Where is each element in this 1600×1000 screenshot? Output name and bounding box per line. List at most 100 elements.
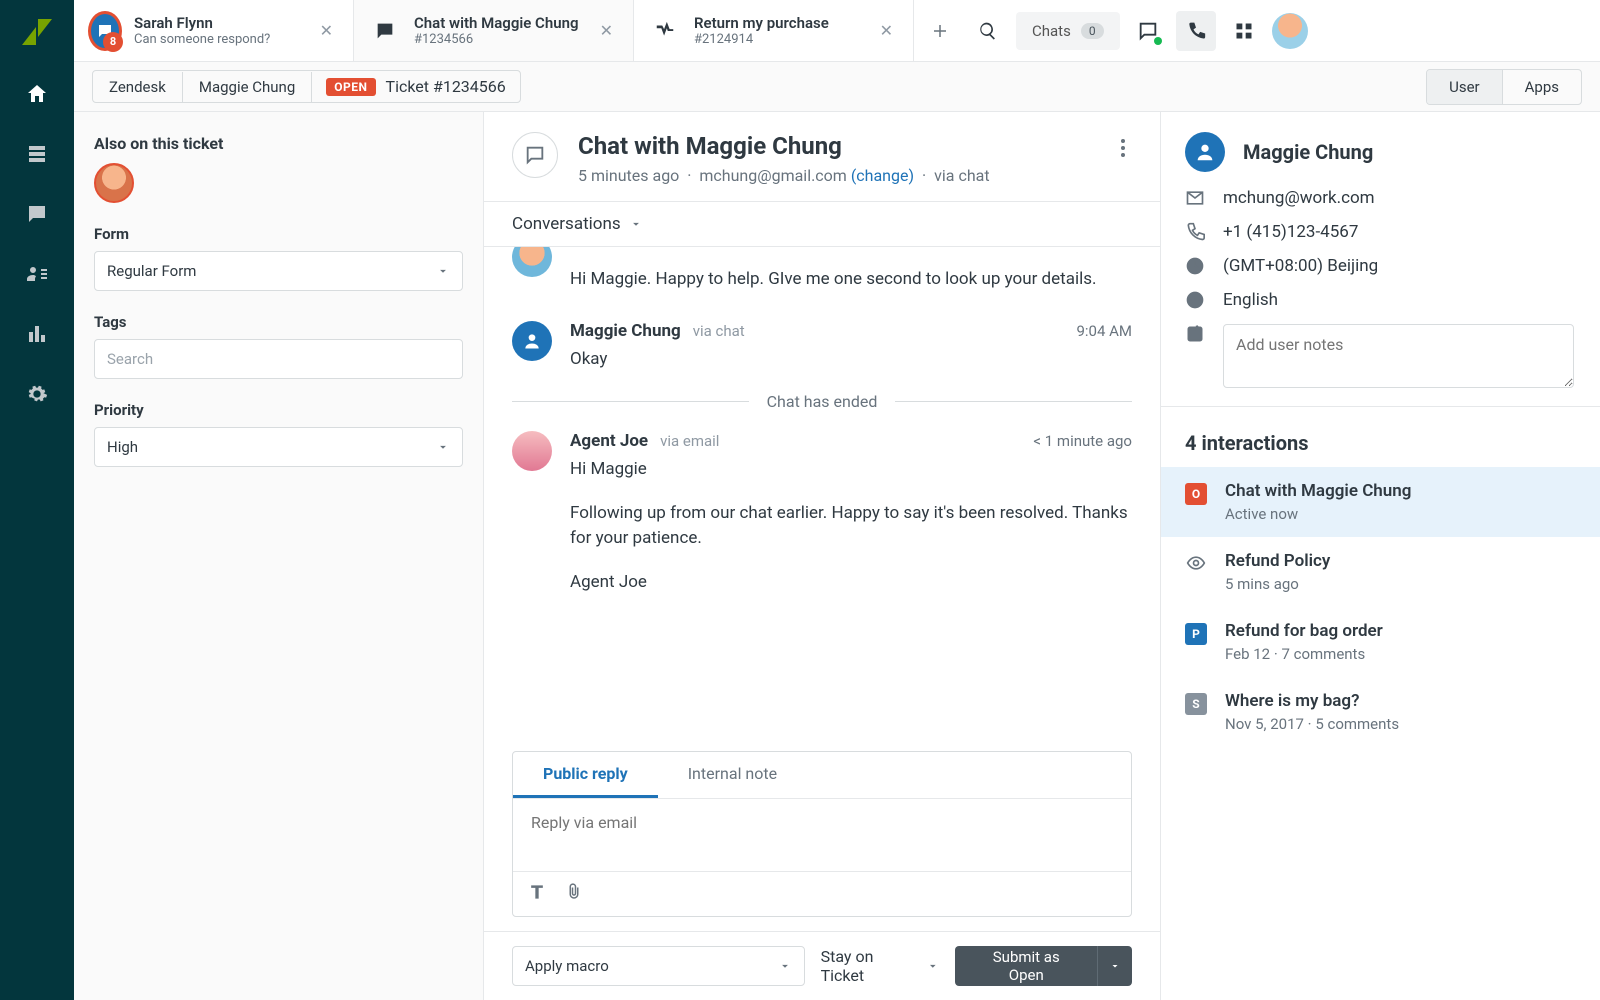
workspace-tabs: 8 Sarah Flynn Can someone respond? ✕ Cha…	[74, 0, 1600, 62]
crumb-org[interactable]: Zendesk	[93, 72, 183, 102]
status-badge-open: O	[1185, 483, 1207, 505]
priority-select[interactable]: High	[94, 427, 463, 467]
tab-user[interactable]: User	[1427, 70, 1503, 104]
tab-return-purchase[interactable]: Return my purchase #2124914 ✕	[634, 0, 914, 61]
context-tabs: User Apps	[1426, 69, 1582, 105]
conversation-panel: Chat with Maggie Chung 5 minutes ago · m…	[484, 112, 1160, 1000]
user-language: English	[1223, 290, 1278, 310]
interaction-title: Chat with Maggie Chung	[1225, 481, 1411, 501]
brand-logo[interactable]	[7, 8, 67, 56]
reply-tab-internal[interactable]: Internal note	[658, 752, 807, 798]
profile-avatar[interactable]	[1272, 13, 1308, 49]
user-email: mchung@work.com	[1223, 188, 1375, 208]
interaction-title: Refund Policy	[1225, 551, 1330, 571]
interaction-sub: 5 mins ago	[1225, 575, 1330, 593]
form-select[interactable]: Regular Form	[94, 251, 463, 291]
submit-button[interactable]: Submit as Open	[955, 946, 1097, 986]
tags-input[interactable]	[94, 339, 463, 379]
message-time: < 1 minute ago	[1033, 432, 1132, 450]
search-icon[interactable]	[968, 11, 1008, 51]
reply-tab-public[interactable]: Public reply	[513, 752, 658, 798]
tab-subtitle: Can someone respond?	[134, 32, 270, 47]
conversations-dropdown[interactable]: Conversations	[512, 214, 643, 234]
breadcrumb: Zendesk Maggie Chung OPEN Ticket #123456…	[92, 70, 521, 103]
tab-title: Chat with Maggie Chung	[414, 14, 579, 32]
conversation-via: via chat	[934, 166, 989, 185]
user-notes-input[interactable]	[1223, 324, 1574, 388]
close-icon[interactable]: ✕	[314, 15, 339, 46]
tab-title: Return my purchase	[694, 14, 829, 32]
nav-reports-icon[interactable]	[7, 304, 67, 364]
user-phone: +1 (415)123-4567	[1223, 222, 1358, 242]
message-signature: Agent Joe	[570, 570, 1132, 596]
message-text: Okay	[570, 347, 1132, 373]
interaction-item[interactable]: O Chat with Maggie Chung Active now	[1161, 467, 1600, 537]
agent-avatar	[512, 431, 552, 471]
interaction-item[interactable]: S Where is my bag? Nov 5, 2017 · 5 comme…	[1161, 677, 1600, 747]
interaction-title: Where is my bag?	[1225, 691, 1399, 711]
nav-customers-icon[interactable]	[7, 244, 67, 304]
user-name: Maggie Chung	[1243, 140, 1373, 164]
also-on-ticket-label: Also on this ticket	[94, 134, 463, 153]
nav-views-icon[interactable]	[7, 124, 67, 184]
form-label: Form	[94, 225, 463, 243]
add-tab-button[interactable]	[920, 11, 960, 51]
interaction-item[interactable]: P Refund for bag order Feb 12 · 7 commen…	[1161, 607, 1600, 677]
user-avatar	[1185, 132, 1225, 172]
stay-on-ticket-dropdown[interactable]: Stay on Ticket	[821, 947, 940, 985]
conversation-title: Chat with Maggie Chung	[578, 132, 1094, 160]
tab-subtitle: #2124914	[694, 32, 829, 47]
attach-icon[interactable]	[565, 882, 583, 906]
tab-apps[interactable]: Apps	[1503, 70, 1581, 104]
change-email-link[interactable]: (change)	[851, 166, 914, 185]
message-text: Hi Maggie. Happy to help. GIve me one se…	[570, 267, 1132, 293]
conversation-email: mchung@gmail.com	[699, 166, 846, 185]
interaction-sub: Active now	[1225, 505, 1411, 523]
more-icon[interactable]	[1114, 132, 1132, 168]
channel-chat-icon	[512, 132, 558, 178]
submit-menu-button[interactable]	[1097, 946, 1132, 986]
message-author: Agent Joe	[570, 431, 648, 451]
nav-home-icon[interactable]	[7, 64, 67, 124]
conversation-time: 5 minutes ago	[578, 166, 679, 185]
user-context-panel: Maggie Chung mchung@work.com +1 (415)123…	[1160, 112, 1600, 1000]
status-badge-pending: P	[1185, 623, 1207, 645]
status-badge: OPEN	[326, 78, 375, 96]
chat-ended-label: Chat has ended	[767, 392, 878, 411]
tab-chat-maggie[interactable]: Chat with Maggie Chung #1234566 ✕	[354, 0, 634, 61]
ticket-footer: Apply macro Stay on Ticket Submit as Ope…	[484, 931, 1160, 1000]
tags-label: Tags	[94, 313, 463, 331]
status-badge-solved: S	[1185, 693, 1207, 715]
message-text: Hi Maggie	[570, 457, 1132, 483]
breadcrumb-bar: Zendesk Maggie Chung OPEN Ticket #123456…	[74, 62, 1600, 112]
phone-icon[interactable]	[1176, 11, 1216, 51]
apps-grid-icon[interactable]	[1224, 11, 1264, 51]
interaction-title: Refund for bag order	[1225, 621, 1383, 641]
interaction-item[interactable]: Refund Policy 5 mins ago	[1161, 537, 1600, 607]
interaction-sub: Nov 5, 2017 · 5 comments	[1225, 715, 1399, 733]
text-format-icon[interactable]	[527, 882, 547, 906]
close-icon[interactable]: ✕	[594, 15, 619, 46]
reply-composer: Public reply Internal note	[512, 751, 1132, 917]
interactions-heading: 4 interactions	[1161, 406, 1600, 467]
reply-textarea[interactable]	[513, 799, 1131, 871]
chats-pill[interactable]: Chats 0	[1016, 12, 1120, 50]
close-icon[interactable]: ✕	[874, 15, 899, 46]
chats-label: Chats	[1032, 22, 1071, 40]
chat-avatar-icon: 8	[88, 11, 122, 51]
message-author: Maggie Chung	[570, 321, 681, 341]
message-via: via email	[660, 432, 719, 450]
tab-sarah-flynn[interactable]: 8 Sarah Flynn Can someone respond? ✕	[74, 0, 354, 61]
global-nav	[0, 0, 74, 1000]
nav-chat-icon[interactable]	[7, 184, 67, 244]
ticket-id: Ticket #1234566	[386, 77, 506, 96]
chats-count: 0	[1081, 23, 1104, 39]
conversation-status-icon[interactable]	[1128, 11, 1168, 51]
message-text: Following up from our chat earlier. Happ…	[570, 501, 1132, 552]
agent-avatar	[512, 247, 552, 277]
collaborator-avatar[interactable]	[94, 163, 134, 203]
nav-settings-icon[interactable]	[7, 364, 67, 424]
message-time: 9:04 AM	[1076, 322, 1132, 340]
macro-select[interactable]: Apply macro	[512, 946, 805, 986]
crumb-user[interactable]: Maggie Chung	[183, 72, 312, 102]
